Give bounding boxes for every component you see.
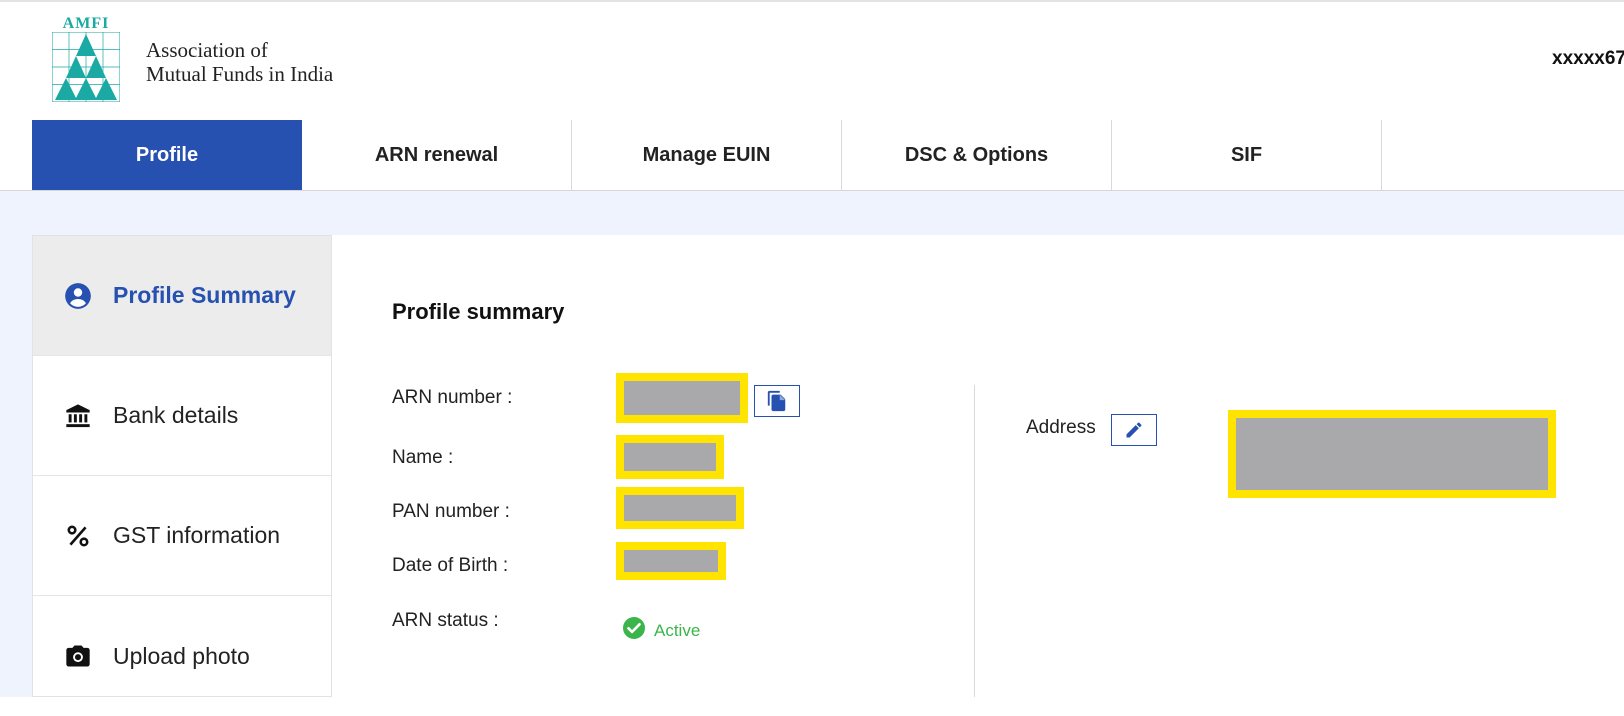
- dob-value-redacted: [616, 542, 726, 580]
- tab-dsc-options[interactable]: DSC & Options: [842, 120, 1112, 190]
- sidebar-item-bank-details[interactable]: Bank details: [33, 356, 331, 476]
- arn-number-label: ARN number :: [392, 387, 513, 408]
- arn-status: Active: [622, 615, 700, 641]
- sidebar-item-label: Upload photo: [113, 642, 250, 669]
- pencil-icon: [1126, 422, 1142, 438]
- main-tabs: Profile ARN renewal Manage EUIN DSC & Op…: [0, 120, 1624, 191]
- date-of-birth-label: Date of Birth :: [392, 555, 509, 576]
- logo-triangles-icon: [52, 32, 120, 102]
- sidebar-item-label: GST information: [113, 522, 281, 548]
- arn-status-label: ARN status :: [392, 610, 499, 631]
- name-label: Name :: [392, 447, 454, 468]
- tab-arn-renewal[interactable]: ARN renewal: [302, 120, 572, 190]
- name-value-redacted: [616, 435, 724, 479]
- page-title: Profile summary: [392, 299, 565, 324]
- logo-acronym: AMFI: [62, 15, 110, 32]
- tab-profile[interactable]: Profile: [32, 120, 302, 190]
- header: AMFI Association of Mutual Funds in Indi…: [0, 2, 1624, 120]
- arn-number-value-redacted: [616, 373, 748, 423]
- status-badge: Active: [654, 621, 701, 640]
- account-circle-icon: [63, 281, 93, 311]
- check-circle-icon: [623, 617, 645, 639]
- sidebar-item-label: Profile Summary: [113, 282, 296, 308]
- pan-value-redacted: [616, 487, 744, 529]
- organization-name: Association of Mutual Funds in India: [146, 38, 333, 86]
- column-divider: [974, 385, 975, 697]
- sidebar-item-label: Bank details: [113, 402, 239, 428]
- address-label: Address: [1026, 417, 1096, 438]
- tab-sif[interactable]: SIF: [1112, 120, 1382, 190]
- tab-manage-euin[interactable]: Manage EUIN: [572, 120, 842, 190]
- copy-arn-button[interactable]: [754, 385, 800, 417]
- edit-address-button[interactable]: [1111, 414, 1157, 446]
- org-name-line2: Mutual Funds in India: [146, 62, 334, 86]
- amfi-logo[interactable]: AMFI Association of Mutual Funds in Indi…: [52, 16, 372, 106]
- user-id[interactable]: xxxxx67: [1552, 48, 1624, 70]
- profile-summary-panel: Profile summary ARN number : Name : PAN …: [332, 235, 1624, 697]
- org-name-line1: Association of: [146, 38, 268, 62]
- bank-icon: [63, 401, 93, 431]
- sidebar-item-gst-information[interactable]: GST information: [33, 476, 331, 596]
- pan-number-label: PAN number :: [392, 501, 510, 522]
- sidebar: Profile Summary Bank details GST informa…: [32, 235, 332, 697]
- camera-icon: [63, 641, 93, 671]
- percent-icon: [63, 521, 93, 551]
- copy-icon: [767, 390, 786, 412]
- sidebar-item-upload-photo[interactable]: Upload photo: [33, 596, 331, 716]
- sidebar-item-profile-summary[interactable]: Profile Summary: [33, 236, 331, 356]
- address-value-redacted: [1228, 410, 1556, 498]
